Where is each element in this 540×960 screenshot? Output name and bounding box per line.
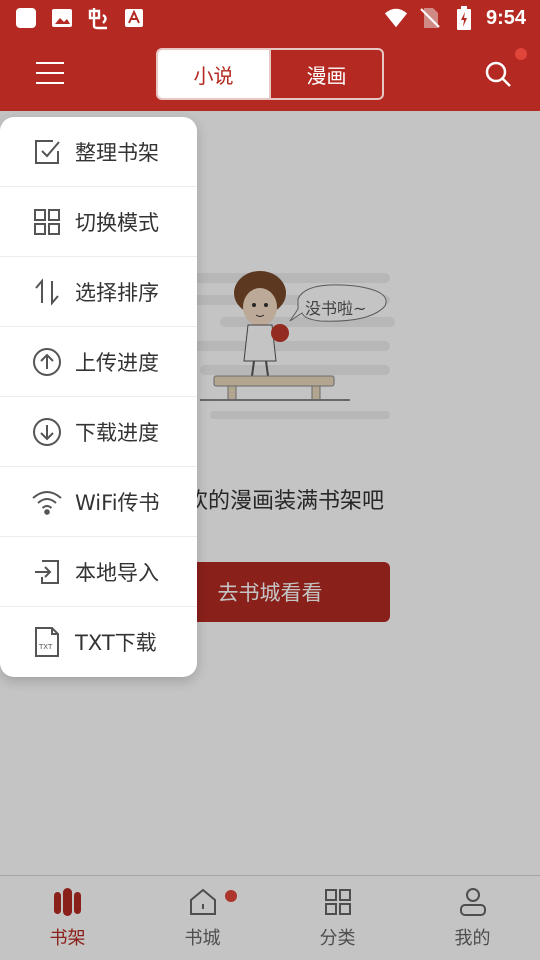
import-icon bbox=[30, 555, 64, 589]
search-icon bbox=[485, 61, 511, 87]
status-time: 9:54 bbox=[485, 6, 526, 29]
menu-item-label: 选择排序 bbox=[75, 280, 159, 305]
grid-icon bbox=[30, 205, 64, 239]
menu-item-label: 切换模式 bbox=[75, 210, 159, 235]
upload-circle-icon bbox=[30, 345, 64, 379]
menu-item-organize[interactable]: 整理书架 bbox=[0, 117, 197, 187]
checkbox-edit-icon bbox=[30, 135, 64, 169]
wifi-signal-icon bbox=[384, 6, 408, 30]
tab-comic[interactable]: 漫画 bbox=[271, 50, 382, 98]
wifi-icon bbox=[30, 485, 64, 519]
menu-item-local-import[interactable]: 本地导入 bbox=[0, 537, 197, 607]
app-square-icon bbox=[14, 6, 38, 30]
tab-novel[interactable]: 小说 bbox=[158, 50, 269, 98]
content-type-switch: 小说 漫画 bbox=[156, 48, 384, 100]
app-logo-icon bbox=[86, 6, 110, 30]
txt-file-icon: TXT bbox=[30, 625, 64, 659]
svg-text:TXT: TXT bbox=[38, 643, 53, 651]
download-circle-icon bbox=[30, 415, 64, 449]
menu-button[interactable] bbox=[30, 56, 70, 90]
menu-item-download-progress[interactable]: 下载进度 bbox=[0, 397, 197, 467]
no-sim-icon bbox=[418, 6, 442, 30]
status-bar: 9:54 bbox=[0, 0, 540, 36]
image-icon bbox=[50, 6, 74, 30]
search-button[interactable] bbox=[482, 58, 514, 90]
menu-item-label: 整理书架 bbox=[75, 140, 159, 165]
sort-arrows-icon bbox=[30, 275, 64, 309]
popup-menu: 整理书架 切换模式 选择排序 上传进度 下载进度 WiFi传书 本地导入 TXT… bbox=[0, 117, 197, 677]
menu-item-wifi-transfer[interactable]: WiFi传书 bbox=[0, 467, 197, 537]
menu-item-label: 下载进度 bbox=[75, 420, 159, 445]
menu-item-upload-progress[interactable]: 上传进度 bbox=[0, 327, 197, 397]
menu-item-switch-mode[interactable]: 切换模式 bbox=[0, 187, 197, 257]
menu-item-sort[interactable]: 选择排序 bbox=[0, 257, 197, 327]
hamburger-icon bbox=[36, 62, 64, 84]
menu-item-label: TXT下载 bbox=[75, 631, 157, 655]
menu-item-label: WiFi传书 bbox=[75, 490, 160, 515]
text-a-icon bbox=[122, 6, 146, 30]
notification-dot bbox=[515, 48, 527, 60]
menu-item-label: 本地导入 bbox=[75, 560, 159, 585]
battery-charging-icon bbox=[452, 6, 476, 30]
menu-item-txt-download[interactable]: TXT TXT下载 bbox=[0, 607, 197, 677]
app-header: 小说 漫画 bbox=[0, 36, 540, 111]
menu-item-label: 上传进度 bbox=[75, 350, 159, 375]
